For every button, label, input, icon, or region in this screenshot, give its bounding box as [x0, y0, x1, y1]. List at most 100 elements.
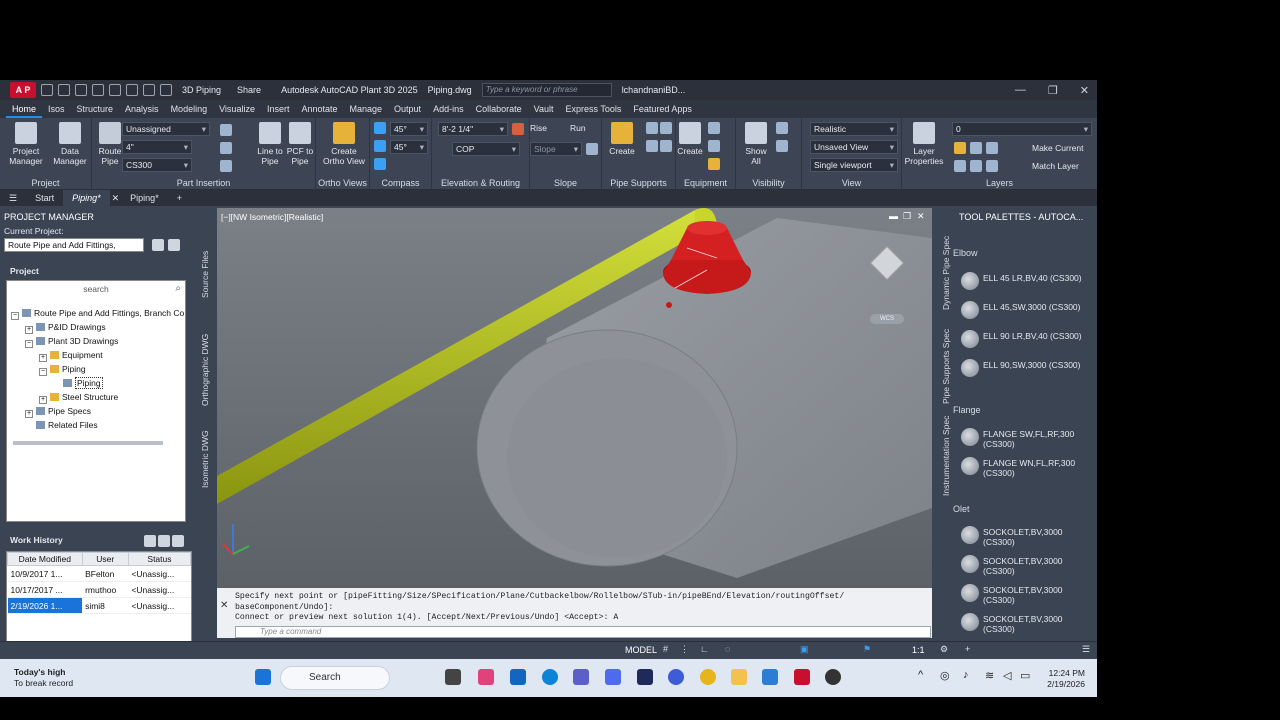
- app-icon[interactable]: [825, 669, 841, 685]
- layer-tool-icon[interactable]: [986, 160, 998, 172]
- match-layer-button[interactable]: Match Layer: [1032, 161, 1079, 171]
- column-header[interactable]: Status: [127, 552, 192, 566]
- annotation-scale[interactable]: 1:1: [912, 645, 925, 655]
- microphone-icon[interactable]: ♪: [963, 669, 969, 681]
- restore-icon[interactable]: ❐: [1048, 84, 1058, 97]
- tab-dynamic-pipe-spec[interactable]: Dynamic Pipe Spec: [941, 236, 951, 310]
- print-icon[interactable]: [126, 84, 138, 96]
- elevation-pick-icon[interactable]: [512, 123, 524, 135]
- support-tool-icon[interactable]: [646, 122, 658, 134]
- named-view-select[interactable]: Unsaved View: [810, 140, 898, 154]
- tab-modeling[interactable]: Modeling: [165, 100, 214, 118]
- undo-icon[interactable]: [143, 84, 155, 96]
- size-select[interactable]: 4": [122, 140, 192, 154]
- snap-icon[interactable]: ⋮: [680, 644, 689, 655]
- minimize-icon[interactable]: —: [1015, 84, 1026, 96]
- tab-orthographic-dwg[interactable]: Orthographic DWG: [200, 334, 210, 406]
- tab-express-tools[interactable]: Express Tools: [559, 100, 627, 118]
- save-icon[interactable]: [75, 84, 87, 96]
- tree-search-input[interactable]: search: [7, 284, 185, 294]
- tree-item-project[interactable]: − Route Pipe and Add Fittings, Branch Co: [11, 308, 184, 321]
- tree-item-related-files[interactable]: Related Files: [25, 420, 98, 433]
- tab-featured-apps[interactable]: Featured Apps: [627, 100, 698, 118]
- layer-tool-icon[interactable]: [986, 142, 998, 154]
- stretch-icon[interactable]: [220, 142, 232, 154]
- viewport-close-icon[interactable]: ✕: [917, 211, 925, 222]
- wifi-icon[interactable]: ≋: [985, 669, 994, 682]
- cell-status[interactable]: <Unassig...: [128, 581, 191, 598]
- show-all-button[interactable]: Show All: [736, 122, 776, 166]
- history-tool-icon[interactable]: [144, 535, 156, 547]
- redo-icon[interactable]: [160, 84, 172, 96]
- cell-status[interactable]: <Unassig...: [128, 565, 191, 582]
- viewport-minimize-icon[interactable]: ▬: [889, 211, 898, 221]
- grid-toggle-icon[interactable]: [374, 158, 386, 170]
- tab-instrumentation-spec[interactable]: Instrumentation Spec: [941, 416, 951, 496]
- tab-start[interactable]: Start: [26, 190, 63, 206]
- slope-icon[interactable]: [586, 143, 598, 155]
- autocad-logo-icon[interactable]: A P: [10, 82, 36, 98]
- compass-toggle-icon[interactable]: [374, 122, 386, 134]
- compass-angle-select[interactable]: 45°: [390, 122, 428, 136]
- layer-properties-button[interactable]: Layer Properties: [904, 122, 944, 166]
- column-header[interactable]: User: [81, 552, 129, 566]
- project-setup-icon[interactable]: [152, 239, 164, 251]
- workspace-switcher[interactable]: 3D Piping: [182, 85, 221, 95]
- model-scene[interactable]: [217, 208, 932, 588]
- elevation-input[interactable]: 8'-2 1/4": [438, 122, 508, 136]
- table-row[interactable]: 10/9/2017 1... BFelton <Unassig...: [7, 565, 191, 582]
- close-icon[interactable]: ✕: [1080, 84, 1089, 97]
- share-button[interactable]: Share: [237, 85, 261, 95]
- tab-analysis[interactable]: Analysis: [119, 100, 165, 118]
- tab-manage[interactable]: Manage: [344, 100, 389, 118]
- grid-icon[interactable]: #: [663, 644, 668, 654]
- pcf-to-pipe-button[interactable]: PCF to Pipe: [280, 122, 320, 166]
- viewport-config-select[interactable]: Single viewport: [810, 158, 898, 172]
- app-icon[interactable]: [605, 669, 621, 685]
- equipment-tool-icon[interactable]: [708, 122, 720, 134]
- model-space-button[interactable]: MODEL: [625, 645, 657, 655]
- make-current-button[interactable]: Make Current: [1032, 143, 1084, 153]
- plus-icon[interactable]: +: [965, 644, 970, 654]
- ortho-icon[interactable]: ∟: [700, 644, 709, 654]
- table-row[interactable]: 10/17/2017 ... rmuthoo <Unassig...: [7, 581, 191, 598]
- project-files-icon[interactable]: [168, 239, 180, 251]
- menu-icon[interactable]: ☰: [0, 190, 26, 206]
- teams-icon[interactable]: [573, 669, 589, 685]
- tree-item-pipe-specs[interactable]: + Pipe Specs: [25, 406, 91, 419]
- tab-source-files[interactable]: Source Files: [200, 251, 210, 298]
- new-tab-icon[interactable]: +: [168, 190, 191, 206]
- web-icon[interactable]: [109, 84, 121, 96]
- drawing-viewport[interactable]: [−][NW Isometric][Realistic] WCS ▬ ❐ ✕: [217, 208, 932, 588]
- app-icon[interactable]: [637, 669, 653, 685]
- table-row-selected[interactable]: 2/19/2026 1... simi8 <Unassig...: [7, 597, 191, 614]
- tree-scrollbar[interactable]: [13, 441, 163, 445]
- file-explorer-icon[interactable]: [731, 669, 747, 685]
- layer-tool-icon[interactable]: [970, 160, 982, 172]
- chrome-icon[interactable]: [700, 669, 716, 685]
- save-as-icon[interactable]: [92, 84, 104, 96]
- project-manager-button[interactable]: Project Manager: [6, 122, 46, 166]
- copilot-icon[interactable]: [478, 669, 494, 685]
- history-tool-icon[interactable]: [158, 535, 170, 547]
- new-icon[interactable]: [41, 84, 53, 96]
- open-icon[interactable]: [58, 84, 70, 96]
- tab-vault[interactable]: Vault: [528, 100, 560, 118]
- tree-item-steel-structure[interactable]: + Steel Structure: [39, 392, 118, 405]
- tree-item-plant3d-drawings[interactable]: − Plant 3D Drawings: [25, 336, 118, 349]
- tab-isometric-dwg[interactable]: Isometric DWG: [200, 430, 210, 488]
- equipment-tool-icon[interactable]: [708, 140, 720, 152]
- workspace-gear-icon[interactable]: ⚙: [940, 644, 948, 655]
- tab-close-icon[interactable]: ✕: [110, 190, 122, 206]
- command-input[interactable]: Type a command: [235, 626, 931, 638]
- cop-select[interactable]: COP: [452, 142, 520, 156]
- tray-chevron-icon[interactable]: ^: [918, 669, 923, 681]
- tab-isos[interactable]: Isos: [42, 100, 71, 118]
- customize-icon[interactable]: ☰: [1082, 644, 1090, 655]
- tree-item-pid-drawings[interactable]: + P&ID Drawings: [25, 322, 106, 335]
- isolate-icon[interactable]: [776, 122, 788, 134]
- store-icon[interactable]: [510, 669, 526, 685]
- create-equipment-button[interactable]: Create: [670, 122, 710, 156]
- volume-icon[interactable]: ◁: [1003, 669, 1011, 682]
- line-number-select[interactable]: Unassigned: [122, 122, 210, 136]
